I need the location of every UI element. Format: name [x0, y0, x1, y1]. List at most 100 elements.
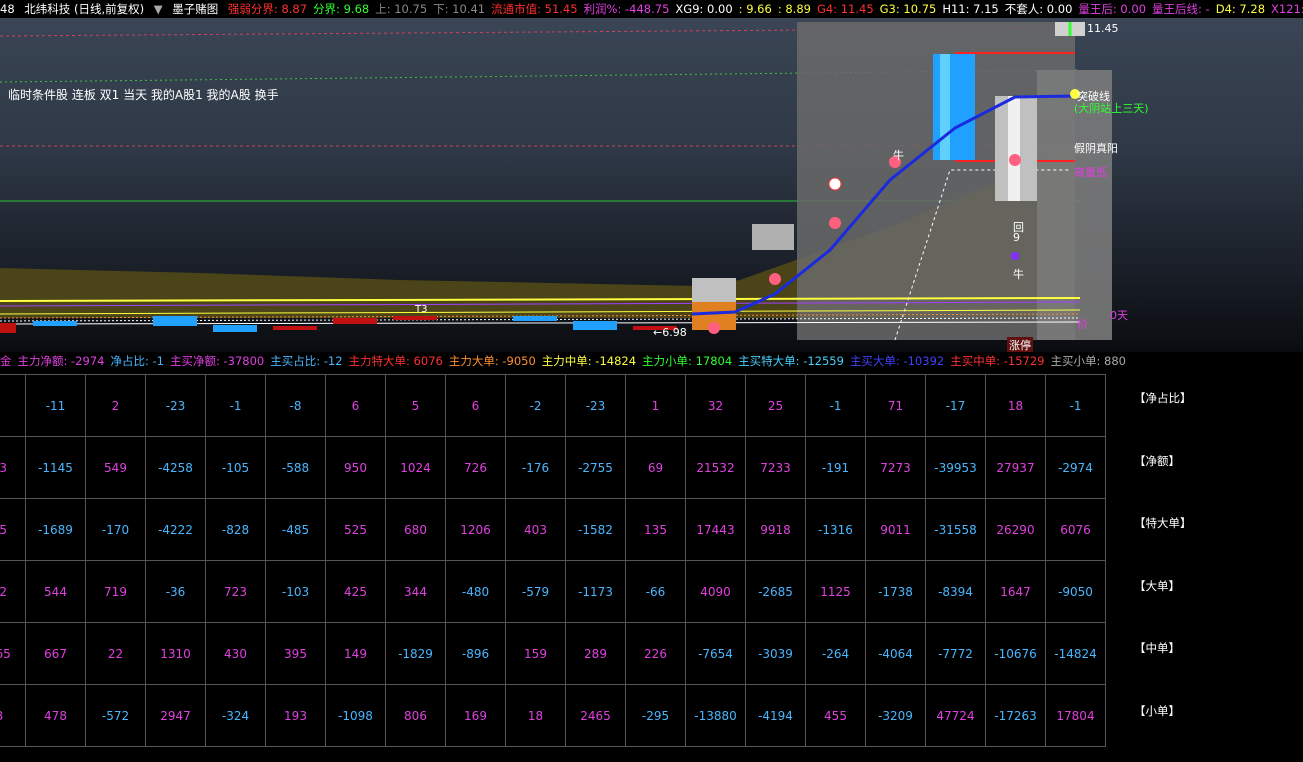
table-cell: -17263 [985, 684, 1046, 747]
table-cell: 2 [85, 374, 146, 437]
summary-item: 主力净额: -2974 [17, 354, 105, 368]
capital-flow-table: 2-112-23-1-8656-2-2313225-171-1718-1443-… [0, 374, 1106, 747]
stat-item: G3: 10.75 [879, 2, 937, 16]
row-label: 【中单】 [1134, 641, 1180, 655]
table-cell: 925 [0, 498, 26, 561]
table-cell: -39953 [925, 436, 986, 499]
table-cell: 950 [325, 436, 386, 499]
niu-label-2: 牛 [1013, 268, 1024, 281]
table-cell: -2685 [745, 560, 806, 623]
table-cell: 21532 [685, 436, 746, 499]
table-cell: 17443 [685, 498, 746, 561]
table-cell: 1647 [985, 560, 1046, 623]
table-cell: -170 [85, 498, 146, 561]
table-cell: -3039 [745, 622, 806, 685]
stat-item: 分界: 9.68 [313, 2, 370, 16]
candle-small [752, 224, 794, 250]
table-cell: 78 [0, 684, 26, 747]
stat-item: H11: 7.15 [942, 2, 999, 16]
table-cell: -11 [25, 374, 86, 437]
stock-info-bar: 48 北纬科技 (日线,前复权) ▼ 墨子赌图 强弱分界: 8.87 分界: 9.… [0, 0, 1303, 18]
table-cell: 69 [625, 436, 686, 499]
stat-item: XG9: 0.00 [675, 2, 733, 16]
row-label: 【净额】 [1134, 453, 1180, 468]
stat-item: 下: 10.41 [433, 2, 486, 16]
table-cell: -572 [85, 684, 146, 747]
stat-item: 量王后: 0.00 [1078, 2, 1147, 16]
stat-item: 量王后线: - [1152, 2, 1210, 16]
row-label: 【小单】 [1134, 703, 1180, 718]
table-cell: 525 [325, 498, 386, 561]
table-cell: 680 [385, 498, 446, 561]
ten-day-label: 0天 [1110, 309, 1128, 322]
table-cell: 544 [25, 560, 86, 623]
table-cell: 289 [565, 622, 626, 685]
table-cell: -1173 [565, 560, 626, 623]
table-cell: -191 [805, 436, 866, 499]
table-cell: -4064 [865, 622, 926, 685]
table-cell: -36 [145, 560, 206, 623]
table-cell: 719 [85, 560, 146, 623]
stock-name[interactable]: 北纬科技 (日线,前复权) [24, 2, 144, 16]
summary-item: 主力特大单: 6076 [348, 354, 443, 368]
dropdown-icon[interactable]: ▼ [154, 2, 163, 16]
stock-code: 48 [0, 2, 15, 16]
table-cell: 18 [505, 684, 566, 747]
table-cell: 4090 [685, 560, 746, 623]
summary-item: 主力小单: 17804 [642, 354, 733, 368]
stock-pool-list[interactable]: 临时条件股 连板 双1 当天 我的A股1 我的A股 换手 [8, 86, 279, 103]
table-cell: 344 [385, 560, 446, 623]
table-row: 78478-5722947-324193-1098806169182465-29… [0, 684, 1106, 747]
chart-canvas [0, 22, 1112, 341]
stat-item: D4: 7.28 [1215, 2, 1266, 16]
table-cell: 1365 [0, 622, 26, 685]
table-cell: 26290 [985, 498, 1046, 561]
table-cell: 7233 [745, 436, 806, 499]
table-cell: -2755 [565, 436, 626, 499]
table-cell: -4194 [745, 684, 806, 747]
stat-item: 上: 10.75 [375, 2, 428, 16]
stat-item: 不套人: 0.00 [1004, 2, 1073, 16]
table-cell: 425 [325, 560, 386, 623]
table-cell: 723 [205, 560, 266, 623]
table-cell: -588 [265, 436, 326, 499]
table-cell: -1689 [25, 498, 86, 561]
summary-item: 主买占比: -12 [270, 354, 343, 368]
price-low-label: ←6.98 [653, 326, 687, 339]
t3-label: T3 [415, 304, 428, 315]
table-row: 482544719-36723-103425344-480-579-1173-6… [0, 560, 1106, 623]
stat-item: 利润%: -448.75 [583, 2, 670, 16]
indicator-name[interactable]: 墨子赌图 [172, 2, 218, 16]
table-cell: -13880 [685, 684, 746, 747]
price-near-label: 价 [1077, 318, 1088, 331]
table-cell: 5 [385, 374, 446, 437]
table-cell: -579 [505, 560, 566, 623]
table-cell: -828 [205, 498, 266, 561]
table-cell: -23 [565, 374, 626, 437]
table-cell: 455 [805, 684, 866, 747]
price-chart[interactable]: 临时条件股 连板 双1 当天 我的A股1 我的A股 换手 11.45 突破线 (… [0, 18, 1303, 352]
table-cell: 430 [205, 622, 266, 685]
table-cell: 2947 [145, 684, 206, 747]
table-cell: 2465 [565, 684, 626, 747]
table-cell: 9918 [745, 498, 806, 561]
false-yin-label: 假阴真阳 [1074, 142, 1118, 155]
stat-item: : 8.89 [777, 2, 811, 16]
table-cell: 135 [625, 498, 686, 561]
table-cell: 478 [25, 684, 86, 747]
table-cell: -176 [505, 436, 566, 499]
table-cell: 403 [505, 498, 566, 561]
table-cell: -4258 [145, 436, 206, 499]
table-cell: 22 [85, 622, 146, 685]
stat-item: X121: 7.25 [1271, 2, 1303, 16]
high-low-label: 高量低 [1074, 166, 1107, 179]
table-cell: -1582 [565, 498, 626, 561]
table-cell: -480 [445, 560, 506, 623]
table-cell: 193 [265, 684, 326, 747]
table-cell: 71 [865, 374, 926, 437]
summary-item: 主买中单: -15729 [950, 354, 1045, 368]
table-cell: 7273 [865, 436, 926, 499]
stat-item: : 9.66 [738, 2, 772, 16]
stat-item: 强弱分界: 8.87 [227, 2, 308, 16]
table-cell: -1829 [385, 622, 446, 685]
